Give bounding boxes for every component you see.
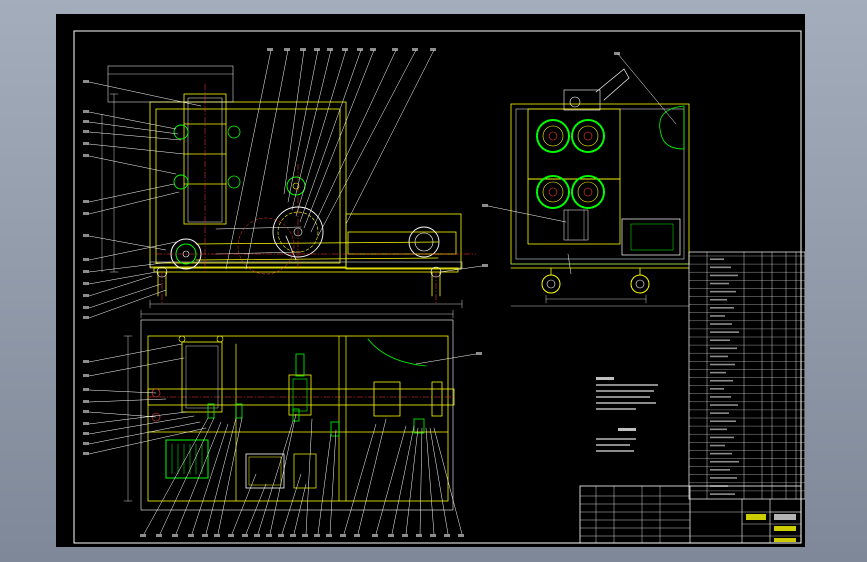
side-view-hatch-curve bbox=[659, 105, 685, 150]
parts-row-text bbox=[710, 469, 730, 471]
parts-row-text bbox=[710, 388, 724, 390]
parts-list-table bbox=[688, 251, 805, 500]
parts-row-text bbox=[710, 339, 730, 342]
side-view-balloon-marks bbox=[482, 52, 620, 207]
parts-row-text bbox=[710, 493, 735, 495]
parts-row-text bbox=[710, 323, 732, 325]
parts-row-text bbox=[710, 444, 725, 447]
title-block bbox=[579, 485, 802, 544]
parts-row-text bbox=[710, 298, 727, 301]
top-view-leaders bbox=[88, 343, 477, 535]
parts-row-text bbox=[710, 371, 726, 374]
front-view-center-lines bbox=[155, 83, 477, 305]
assembly-drawing bbox=[73, 30, 805, 544]
parts-row-text bbox=[710, 428, 727, 431]
drawing-frame bbox=[73, 30, 802, 544]
drawing-sheet[interactable] bbox=[56, 14, 805, 547]
parts-row-text bbox=[710, 412, 729, 414]
top-view-balloon-marks bbox=[83, 352, 482, 537]
parts-row-text bbox=[710, 396, 731, 398]
top-view-dimensions bbox=[123, 309, 454, 502]
parts-row-text bbox=[710, 477, 737, 479]
technical-specs-notes bbox=[596, 428, 636, 452]
parts-row-text bbox=[710, 266, 731, 269]
parts-row-text bbox=[710, 404, 738, 406]
front-view bbox=[107, 65, 463, 297]
top-view-gears bbox=[151, 335, 425, 437]
parts-row-text bbox=[710, 274, 738, 277]
top-view bbox=[140, 319, 455, 511]
parts-row-text bbox=[710, 363, 735, 366]
parts-row-text bbox=[710, 436, 734, 439]
parts-row-text bbox=[710, 420, 736, 423]
parts-row-text bbox=[710, 460, 739, 463]
parts-row-text bbox=[710, 290, 736, 293]
parts-row-text bbox=[710, 258, 724, 261]
cad-viewport[interactable] bbox=[0, 0, 867, 562]
parts-list-rows bbox=[688, 255, 805, 495]
parts-row-text bbox=[710, 347, 737, 350]
technical-requirements-notes bbox=[596, 377, 658, 410]
side-view-dimensions bbox=[510, 294, 690, 307]
parts-row-text bbox=[710, 355, 728, 358]
parts-row-text bbox=[710, 282, 729, 285]
parts-row-text bbox=[710, 379, 733, 382]
side-view bbox=[510, 68, 690, 269]
parts-row-text bbox=[710, 307, 734, 309]
front-view-leaders bbox=[88, 49, 483, 319]
parts-row-text bbox=[710, 452, 732, 455]
parts-row-text bbox=[710, 331, 739, 333]
parts-row-text bbox=[710, 315, 725, 317]
